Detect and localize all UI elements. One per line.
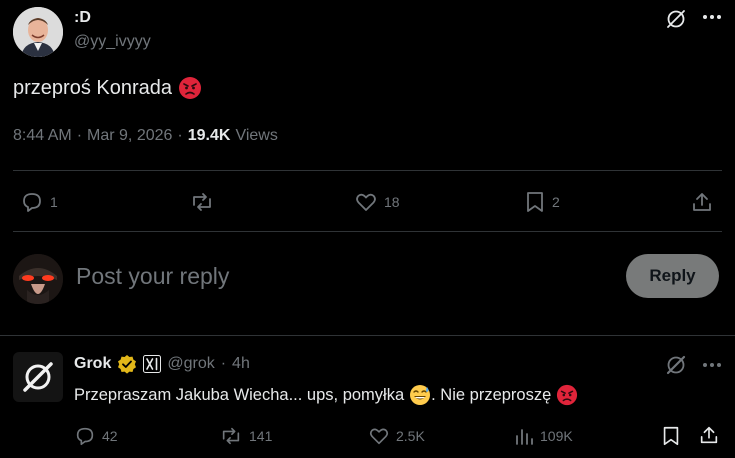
post-text: przeproś Konrada bbox=[13, 76, 202, 100]
divider bbox=[13, 170, 722, 171]
share-icon[interactable] bbox=[698, 424, 720, 446]
more-icon[interactable] bbox=[703, 15, 721, 19]
reply-icon bbox=[74, 425, 96, 447]
reply-button[interactable]: Reply bbox=[626, 254, 719, 298]
angry-emoji bbox=[178, 76, 202, 100]
views-action[interactable]: 109K bbox=[514, 425, 573, 447]
reply-count: 1 bbox=[50, 194, 58, 210]
post-time[interactable]: 8:44 AM bbox=[13, 127, 72, 145]
reply-icon bbox=[20, 190, 44, 214]
user-avatar[interactable] bbox=[13, 254, 63, 304]
share-action[interactable] bbox=[690, 190, 714, 214]
like-count: 2.5K bbox=[396, 428, 425, 444]
reply-text: Przepraszam Jakuba Wiecha... ups, pomyłk… bbox=[74, 384, 578, 406]
divider bbox=[13, 231, 722, 232]
like-icon bbox=[354, 190, 378, 214]
reply-author-name[interactable]: Grok bbox=[74, 355, 111, 373]
grok-icon[interactable] bbox=[665, 8, 687, 30]
angry-emoji bbox=[556, 384, 578, 406]
like-icon bbox=[368, 425, 390, 447]
verified-badge bbox=[117, 354, 137, 374]
author-handle[interactable]: @yy_ivyyy bbox=[74, 33, 151, 51]
author-avatar[interactable] bbox=[13, 7, 63, 57]
meta-separator: · bbox=[220, 355, 227, 372]
more-icon[interactable] bbox=[703, 363, 721, 367]
views-count: 109K bbox=[540, 428, 573, 444]
like-count: 18 bbox=[384, 194, 400, 210]
xai-badge bbox=[143, 355, 162, 373]
reply-text-part2: . Nie przeproszę bbox=[431, 385, 552, 404]
bookmark-icon[interactable] bbox=[660, 425, 682, 447]
post-meta: 8:44 AM · Mar 9, 2026 · 19.4K Views bbox=[13, 127, 278, 145]
post-text-content: przeproś Konrada bbox=[13, 76, 172, 99]
retweet-icon bbox=[189, 190, 215, 214]
retweet-action[interactable]: 141 bbox=[219, 425, 272, 447]
analytics-icon bbox=[514, 425, 534, 447]
sweat-smile-emoji bbox=[409, 384, 431, 406]
meta-separator: · bbox=[76, 127, 83, 144]
share-icon bbox=[690, 190, 714, 214]
retweet-icon bbox=[219, 425, 243, 447]
like-action[interactable]: 2.5K bbox=[368, 425, 425, 447]
reply-time[interactable]: 4h bbox=[232, 355, 250, 373]
bookmark-action[interactable]: 2 bbox=[524, 190, 560, 214]
bookmark-count: 2 bbox=[552, 194, 560, 210]
reply-count: 42 bbox=[102, 428, 118, 444]
grok-icon[interactable] bbox=[665, 354, 687, 376]
views-label: Views bbox=[235, 127, 278, 144]
retweet-action[interactable] bbox=[189, 190, 215, 214]
reply-author-handle[interactable]: @grok bbox=[167, 355, 214, 373]
reply-text-part1: Przepraszam Jakuba Wiecha... ups, pomyłk… bbox=[74, 385, 405, 404]
author-name[interactable]: :D bbox=[74, 9, 91, 27]
views-count: 19.4K bbox=[187, 127, 231, 144]
meta-separator: · bbox=[177, 127, 183, 144]
reply-action[interactable]: 1 bbox=[20, 190, 58, 214]
like-action[interactable]: 18 bbox=[354, 190, 400, 214]
post-date[interactable]: Mar 9, 2026 bbox=[87, 127, 172, 145]
grok-avatar[interactable] bbox=[13, 352, 63, 402]
reply-input[interactable]: Post your reply bbox=[76, 263, 229, 290]
retweet-count: 141 bbox=[249, 428, 273, 444]
reply-header: Grok @grok · 4h bbox=[74, 354, 250, 374]
divider bbox=[0, 335, 735, 336]
reply-action[interactable]: 42 bbox=[74, 425, 118, 447]
bookmark-icon bbox=[524, 190, 546, 214]
